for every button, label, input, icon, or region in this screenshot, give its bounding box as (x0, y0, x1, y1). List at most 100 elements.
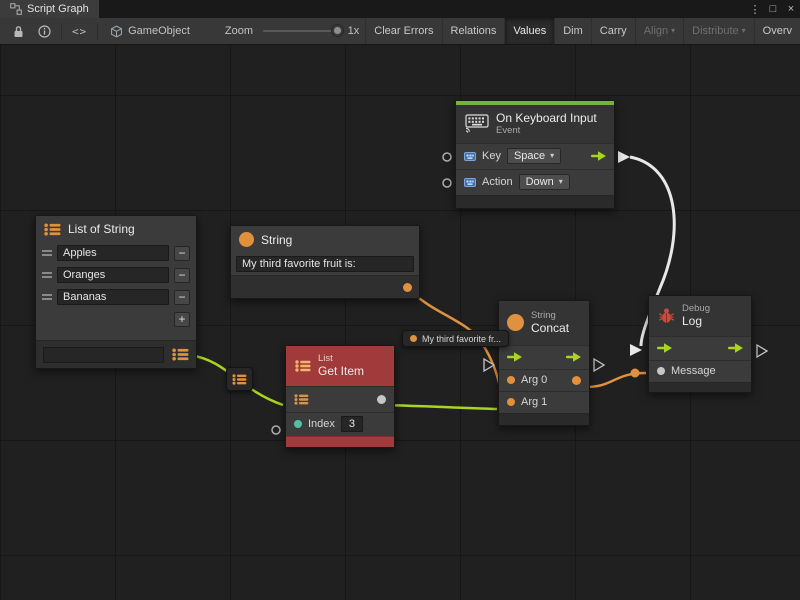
node-header: String Concat (499, 301, 589, 345)
flow-output-port[interactable] (728, 343, 743, 353)
flow-output-port[interactable] (591, 151, 606, 161)
node-on-keyboard-input[interactable]: On Keyboard Input Event Key Space ▾ Acti… (455, 100, 615, 209)
drag-handle-icon[interactable] (42, 272, 52, 278)
list-item-row: Oranges − (36, 264, 196, 286)
unconnected-flow-out-log[interactable] (757, 345, 767, 357)
list-input-port[interactable] (294, 394, 309, 405)
unconnected-flow-out-concat[interactable] (594, 359, 604, 371)
arg1-input-port[interactable] (507, 398, 515, 406)
node-title: Log (682, 314, 710, 328)
keyboard-icon (465, 114, 489, 133)
code-view-button[interactable]: <> (65, 25, 94, 38)
carry-label: Carry (600, 25, 627, 37)
index-field[interactable]: 3 (341, 416, 363, 432)
key-dropdown[interactable]: Space ▾ (507, 148, 561, 164)
node-category: String (531, 310, 569, 321)
unconnected-port-index[interactable] (272, 426, 280, 434)
lock-button[interactable] (6, 25, 31, 38)
message-label: Message (671, 365, 716, 377)
window-menu-button[interactable]: ⋮ (746, 0, 764, 18)
node-footer (456, 195, 614, 208)
flow-row (499, 345, 589, 369)
clear-errors-button[interactable]: Clear Errors (365, 18, 441, 45)
index-input-port[interactable] (294, 420, 302, 428)
remove-item-button[interactable]: − (174, 290, 190, 305)
overview-button[interactable]: Overv (754, 18, 800, 45)
values-button[interactable]: Values (504, 18, 554, 45)
bug-icon (658, 307, 675, 324)
index-row: Index 3 (286, 412, 394, 436)
node-get-item[interactable]: List Get Item Index 3 (285, 345, 395, 448)
dim-button[interactable]: Dim (554, 18, 591, 45)
titlebar-drag-area (99, 0, 746, 18)
node-string-literal[interactable]: String My third favorite fruit is: (230, 225, 420, 299)
node-title: String (261, 233, 292, 247)
add-item-row: + (36, 308, 196, 330)
action-dropdown[interactable]: Down ▾ (519, 174, 570, 190)
string-output-port[interactable] (403, 283, 412, 292)
list-item-field[interactable]: Bananas (57, 289, 169, 305)
node-footer (649, 382, 751, 392)
value-dot-concat-output (631, 369, 640, 378)
remove-item-button[interactable]: − (174, 268, 190, 283)
unconnected-port-action[interactable] (443, 179, 451, 187)
node-header: List of String (36, 216, 196, 242)
kebab-menu-icon: ⋮ (750, 3, 761, 16)
gameobject-chip[interactable]: GameObject (101, 25, 199, 38)
arg0-input-port[interactable] (507, 376, 515, 384)
string-value-row: My third favorite fruit is: (231, 253, 419, 275)
key-port-label: Key (482, 150, 501, 162)
message-input-port[interactable] (657, 367, 665, 375)
node-footer (36, 340, 196, 368)
list-item-field[interactable]: Oranges (57, 267, 169, 283)
remove-item-button[interactable]: − (174, 246, 190, 261)
lock-icon (13, 25, 24, 38)
window-close-button[interactable]: × (782, 0, 800, 18)
arg1-row: Arg 1 (499, 391, 589, 413)
node-concat[interactable]: String Concat Arg 0 Arg 1 (498, 300, 590, 426)
relations-button[interactable]: Relations (442, 18, 505, 45)
zoom-slider[interactable] (263, 30, 340, 32)
node-header: Debug Log (649, 296, 751, 336)
list-preview-field (43, 347, 164, 363)
align-label: Align (644, 25, 668, 37)
item-output-port[interactable] (377, 395, 386, 404)
drag-handle-icon[interactable] (42, 294, 52, 300)
node-footer (231, 275, 419, 298)
string-value-field[interactable]: My third favorite fruit is: (236, 256, 414, 272)
list-icon (232, 374, 247, 385)
flow-input-port[interactable] (507, 352, 522, 362)
arg1-label: Arg 1 (521, 396, 547, 408)
gameobject-label: GameObject (128, 25, 190, 37)
node-header: On Keyboard Input Event (456, 105, 614, 143)
node-title: Concat (531, 321, 569, 335)
action-port-label: Action (482, 176, 513, 188)
info-button[interactable] (31, 25, 58, 38)
zoom-slider-knob[interactable] (332, 25, 343, 36)
unconnected-port-key[interactable] (443, 153, 451, 161)
dim-label: Dim (563, 25, 583, 37)
concat-output-port[interactable] (572, 376, 581, 385)
node-log[interactable]: Debug Log Message (648, 295, 752, 393)
list-item-field[interactable]: Apples (57, 245, 169, 261)
string-type-icon (239, 232, 254, 247)
tab-script-graph[interactable]: Script Graph (0, 0, 99, 18)
carry-button[interactable]: Carry (591, 18, 635, 45)
caret-down-icon: ▾ (559, 178, 563, 186)
add-item-button[interactable]: + (174, 312, 190, 327)
list-item-row: Bananas − (36, 286, 196, 308)
tab-title: Script Graph (27, 3, 89, 15)
overview-label: Overv (763, 25, 792, 37)
value-preview-text: My third favorite fr... (422, 334, 501, 344)
graph-canvas[interactable]: On Keyboard Input Event Key Space ▾ Acti… (0, 45, 800, 600)
drag-handle-icon[interactable] (42, 250, 52, 256)
clear-errors-label: Clear Errors (374, 25, 433, 37)
flow-output-port[interactable] (566, 352, 581, 362)
close-icon: × (788, 3, 794, 15)
flow-input-port[interactable] (657, 343, 672, 353)
node-list-of-string[interactable]: List of String Apples − Oranges − Banana… (35, 215, 197, 369)
window-maximize-button[interactable]: □ (764, 0, 782, 18)
wire-getitem-to-concat-arg1[interactable] (381, 405, 497, 409)
flow-output-marker-keyboard[interactable] (618, 151, 630, 163)
list-output-port[interactable] (172, 348, 189, 361)
